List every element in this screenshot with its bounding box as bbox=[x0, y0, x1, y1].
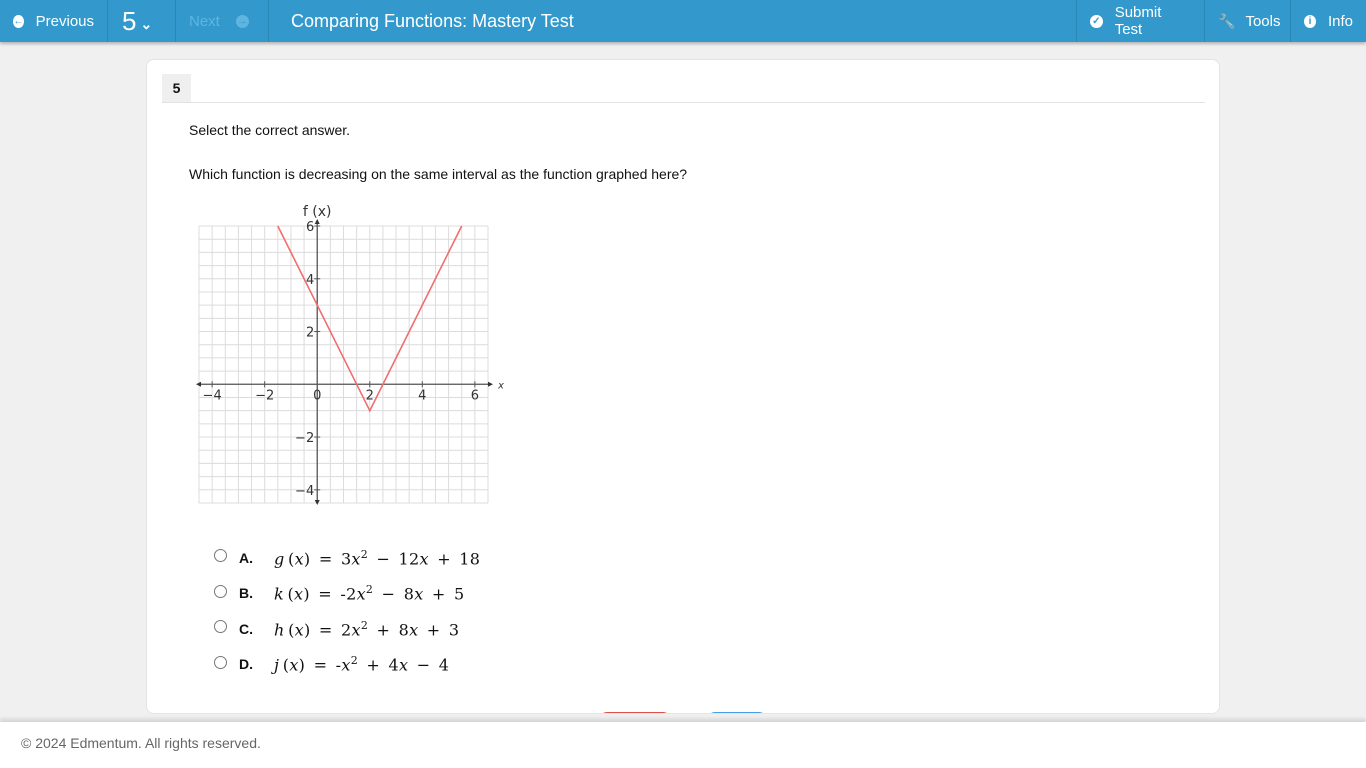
copyright-text: © 2024 Edmentum. All rights reserved. bbox=[21, 735, 261, 751]
page-footer: © 2024 Edmentum. All rights reserved. bbox=[0, 722, 1366, 768]
radio-button[interactable] bbox=[214, 620, 227, 634]
next-question-button[interactable] bbox=[707, 712, 767, 713]
choice-letter: B. bbox=[239, 585, 253, 602]
x-tick-label: 2 bbox=[366, 388, 374, 403]
info-circle-icon: i bbox=[1304, 14, 1316, 28]
previous-button[interactable]: ← Previous bbox=[0, 0, 108, 42]
wrench-icon: 🔧 bbox=[1218, 12, 1236, 29]
answer-choice[interactable]: B. k (x) = -2x2 − 8x + 5 bbox=[214, 576, 480, 612]
choice-letter: C. bbox=[239, 620, 253, 637]
y-tick-label: −4 bbox=[295, 484, 314, 499]
question-number-badge: 5 bbox=[162, 74, 191, 102]
question-selector-dropdown[interactable]: 5 ⌄ bbox=[108, 0, 176, 42]
answer-choices: A. g (x) = 3x2 − 12x + 18 B. k (x) = -2x2 −… bbox=[214, 540, 480, 682]
top-toolbar: ← Previous 5 ⌄ Next → Comparing Function… bbox=[0, 0, 1366, 42]
check-circle-icon: ✓ bbox=[1090, 14, 1103, 28]
choice-expression: h (x) = 2x2 + 8x + 3 bbox=[274, 618, 460, 639]
choice-expression: j (x) = -x2 + 4x − 4 bbox=[274, 654, 450, 675]
radio-button[interactable] bbox=[214, 549, 227, 563]
next-button[interactable]: Next → bbox=[176, 0, 269, 42]
radio-button[interactable] bbox=[214, 584, 227, 598]
instruction-text: Select the correct answer. bbox=[189, 122, 351, 138]
radio-button[interactable] bbox=[214, 655, 227, 669]
x-tick-label: −2 bbox=[255, 388, 274, 403]
next-label: Next bbox=[189, 12, 220, 30]
question-prompt: Which function is decreasing on the same… bbox=[189, 166, 688, 182]
function-graph: −4 −2 0 2 4 6−4−2246xf (x) bbox=[196, 204, 504, 505]
y-tick-label: 2 bbox=[306, 326, 314, 341]
x-axis-arrow-right bbox=[488, 381, 493, 387]
answer-choice[interactable]: A. g (x) = 3x2 − 12x + 18 bbox=[214, 540, 480, 576]
y-tick-label: 6 bbox=[306, 220, 314, 235]
answer-choice[interactable]: C. h (x) = 2x2 + 8x + 3 bbox=[214, 611, 480, 647]
y-axis-label: f (x) bbox=[303, 204, 332, 220]
choice-letter: A. bbox=[239, 549, 253, 566]
arrow-right-circle-icon: → bbox=[235, 14, 249, 28]
question-header: 5 bbox=[162, 74, 1205, 103]
info-label: Info bbox=[1327, 12, 1353, 30]
question-card: 5 Select the correct answer. Which funct… bbox=[146, 59, 1220, 714]
reset-button[interactable] bbox=[599, 712, 671, 713]
test-title: Comparing Functions: Mastery Test bbox=[291, 10, 574, 31]
submit-test-button[interactable]: ✓ Submit Test bbox=[1076, 0, 1204, 42]
arrow-left-circle-icon: ← bbox=[13, 14, 24, 28]
previous-label: Previous bbox=[35, 12, 94, 30]
info-button[interactable]: i Info bbox=[1290, 0, 1366, 42]
x-tick-label: 0 bbox=[313, 388, 321, 403]
y-tick-label: −2 bbox=[295, 431, 314, 446]
chevron-down-icon: ⌄ bbox=[140, 15, 153, 32]
x-tick-label: −4 bbox=[203, 388, 222, 403]
x-tick-label: 4 bbox=[418, 388, 426, 403]
answer-choice[interactable]: D. j (x) = -x2 + 4x − 4 bbox=[214, 647, 480, 683]
x-axis-label: x bbox=[497, 380, 504, 391]
submit-label: Submit Test bbox=[1114, 4, 1162, 38]
tools-button[interactable]: 🔧 Tools bbox=[1204, 0, 1290, 42]
choice-letter: D. bbox=[239, 656, 253, 673]
choice-expression: k (x) = -2x2 − 8x + 5 bbox=[274, 583, 465, 604]
question-number-display: 5 bbox=[122, 5, 137, 36]
tools-label: Tools bbox=[1245, 12, 1281, 30]
x-tick-label: 6 bbox=[471, 388, 479, 403]
choice-expression: g (x) = 3x2 − 12x + 18 bbox=[274, 547, 481, 568]
